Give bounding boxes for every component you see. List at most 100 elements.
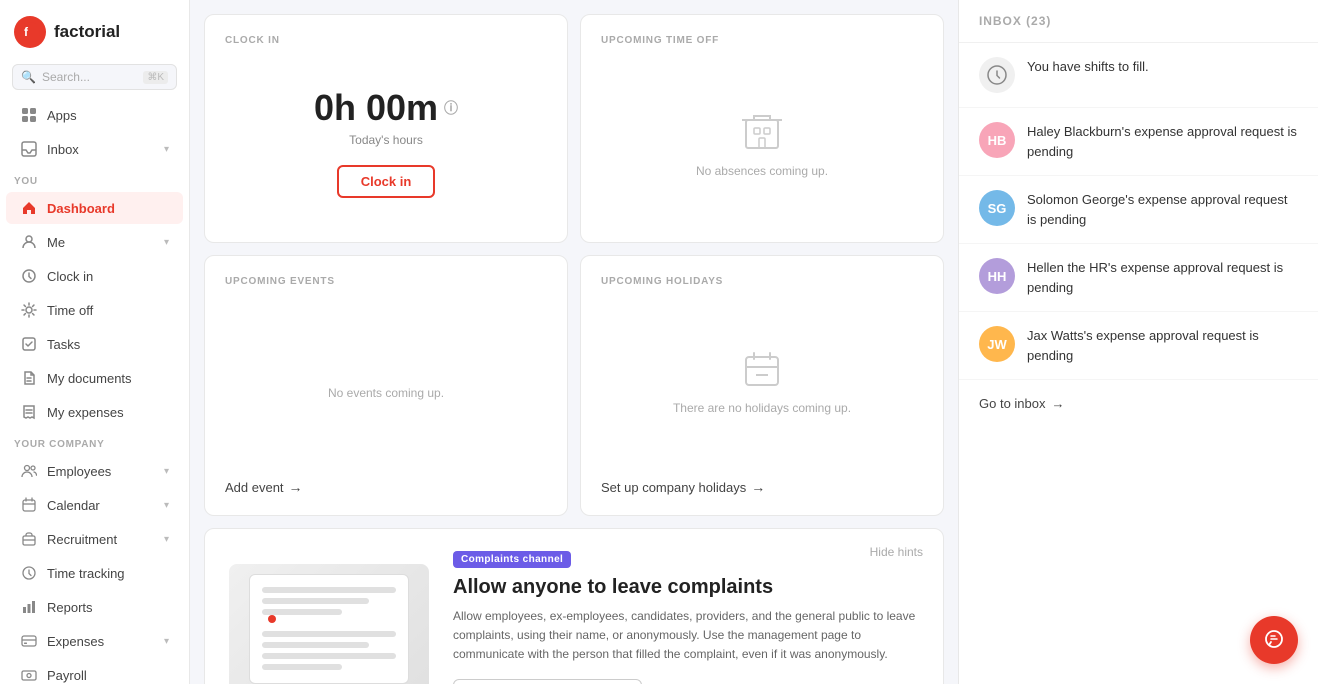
sidebar-item-my-documents-label: My documents — [47, 371, 132, 386]
sidebar-item-calendar[interactable]: Calendar ▾ — [6, 489, 183, 521]
sidebar-item-recruitment-label: Recruitment — [47, 532, 117, 547]
inbox-text-shifts: You have shifts to fill. — [1027, 57, 1149, 77]
clock-time-display: 0h 00m ⓘ — [314, 87, 458, 129]
sidebar-item-my-expenses-label: My expenses — [47, 405, 124, 420]
inbox-item-hellen[interactable]: HH Hellen the HR's expense approval requ… — [959, 244, 1318, 312]
sidebar-item-inbox-label: Inbox — [47, 142, 79, 157]
upcoming-events-header: UPCOMING EVENTS — [225, 276, 547, 287]
clock-in-content: 0h 00m ⓘ Today's hours Clock in — [225, 62, 547, 222]
section-label-company: Your Company — [0, 429, 189, 454]
sidebar-item-apps-label: Apps — [47, 108, 77, 123]
doc-line-4 — [262, 631, 396, 637]
sidebar-item-payroll[interactable]: Payroll — [6, 659, 183, 684]
main-content: CLOCK IN 0h 00m ⓘ Today's hours Clock in… — [190, 0, 958, 684]
inbox-avatar-haley: HB — [979, 122, 1015, 158]
money-icon — [20, 666, 38, 684]
calendar-empty-icon — [742, 351, 782, 391]
sidebar-item-dashboard[interactable]: Dashboard — [6, 192, 183, 224]
chevron-recruitment-icon: ▾ — [164, 534, 169, 545]
inbox-avatar-hellen: HH — [979, 258, 1015, 294]
upcoming-holidays-header: UPCOMING HOLIDAYS — [601, 276, 923, 287]
chat-icon — [1263, 629, 1285, 651]
inbox-panel: INBOX (23) You have shifts to fill. HB H… — [958, 0, 1318, 684]
receipt-icon — [20, 403, 38, 421]
setup-holidays-label: Set up company holidays — [601, 480, 746, 495]
sidebar-item-time-tracking-label: Time tracking — [47, 566, 125, 581]
calendar-icon — [20, 496, 38, 514]
inbox-item-solomon[interactable]: SG Solomon George's expense approval req… — [959, 176, 1318, 244]
info-icon: ⓘ — [444, 98, 458, 118]
doc-line-6 — [262, 653, 396, 659]
sidebar-item-tasks[interactable]: Tasks — [6, 328, 183, 360]
sidebar-item-time-tracking[interactable]: Time tracking — [6, 557, 183, 589]
sidebar-item-tasks-label: Tasks — [47, 337, 80, 352]
time-off-empty-text: No absences coming up. — [696, 164, 828, 178]
person-icon — [20, 233, 38, 251]
check-icon — [20, 335, 38, 353]
sidebar-item-time-off-label: Time off — [47, 303, 93, 318]
inbox-avatar-jax: JW — [979, 326, 1015, 362]
sidebar-item-inbox[interactable]: Inbox ▾ — [6, 133, 183, 165]
sidebar-item-reports-label: Reports — [47, 600, 93, 615]
time-off-empty: No absences coming up. — [601, 62, 923, 222]
arrow-right-icon-2: → — [751, 479, 765, 495]
doc-line-5 — [262, 642, 369, 648]
sidebar-item-reports[interactable]: Reports — [6, 591, 183, 623]
clock-in-header: CLOCK IN — [225, 35, 547, 46]
credit-card-icon — [20, 632, 38, 650]
doc-dot — [268, 615, 276, 623]
inbox-text-jax: Jax Watts's expense approval request is … — [1027, 326, 1298, 365]
grid-icon — [20, 106, 38, 124]
briefcase-icon — [20, 530, 38, 548]
events-empty: No events coming up. — [225, 303, 547, 463]
hints-title: Allow anyone to leave complaints — [453, 576, 919, 599]
sidebar-item-my-documents[interactable]: My documents — [6, 362, 183, 394]
sun-icon — [20, 301, 38, 319]
top-cards-row: CLOCK IN 0h 00m ⓘ Today's hours Clock in… — [204, 14, 944, 243]
sidebar-item-me[interactable]: Me ▾ — [6, 226, 183, 258]
inbox-footer-link[interactable]: Go to inbox → — [959, 380, 1318, 427]
sidebar-item-calendar-label: Calendar — [47, 498, 100, 513]
search-bar[interactable]: 🔍 Search... ⌘K — [12, 64, 177, 90]
inbox-item-jax[interactable]: JW Jax Watts's expense approval request … — [959, 312, 1318, 380]
sidebar-item-time-off[interactable]: Time off — [6, 294, 183, 326]
inbox-avatar-solomon: SG — [979, 190, 1015, 226]
chevron-calendar-icon: ▾ — [164, 500, 169, 511]
inbox-header: INBOX (23) — [959, 0, 1318, 43]
sidebar-item-me-label: Me — [47, 235, 65, 250]
discover-complaints-button[interactable]: Discover Complaints channel — [453, 679, 642, 684]
clock-time-value: 0h 00m — [314, 87, 438, 129]
clock-in-button[interactable]: Clock in — [337, 165, 436, 198]
sidebar-item-clock-in-label: Clock in — [47, 269, 93, 284]
inbox-item-shifts[interactable]: You have shifts to fill. — [959, 43, 1318, 108]
building-icon — [738, 106, 786, 154]
inbox-icon — [20, 140, 38, 158]
inbox-item-haley[interactable]: HB Haley Blackburn's expense approval re… — [959, 108, 1318, 176]
inbox-text-hellen: Hellen the HR's expense approval request… — [1027, 258, 1298, 297]
clock-in-card: CLOCK IN 0h 00m ⓘ Today's hours Clock in — [204, 14, 568, 243]
sidebar-item-employees[interactable]: Employees ▾ — [6, 455, 183, 487]
doc-line-7 — [262, 664, 342, 670]
upcoming-events-card: UPCOMING EVENTS No events coming up. Add… — [204, 255, 568, 516]
chevron-icon: ▾ — [164, 144, 169, 155]
sidebar-item-my-expenses[interactable]: My expenses — [6, 396, 183, 428]
fab-button[interactable] — [1250, 616, 1298, 664]
sidebar-item-clock-in[interactable]: Clock in — [6, 260, 183, 292]
section-label-you: You — [0, 166, 189, 191]
sidebar-item-expenses[interactable]: Expenses ▾ — [6, 625, 183, 657]
sidebar-item-recruitment[interactable]: Recruitment ▾ — [6, 523, 183, 555]
hide-hints-button[interactable]: Hide hints — [870, 545, 923, 559]
add-event-link[interactable]: Add event → — [225, 479, 547, 495]
sidebar-item-apps[interactable]: Apps — [6, 99, 183, 131]
search-shortcut: ⌘K — [143, 71, 168, 84]
inbox-text-haley: Haley Blackburn's expense approval reque… — [1027, 122, 1298, 161]
home-icon — [20, 199, 38, 217]
inbox-text-solomon: Solomon George's expense approval reques… — [1027, 190, 1298, 229]
setup-holidays-link[interactable]: Set up company holidays → — [601, 479, 923, 495]
file-icon — [20, 369, 38, 387]
hints-content: Complaints channel Allow anyone to leave… — [453, 549, 919, 684]
chevron-me-icon: ▾ — [164, 237, 169, 248]
sidebar-item-expenses-label: Expenses — [47, 634, 104, 649]
logo-text: factorial — [54, 22, 120, 42]
search-placeholder: Search... — [42, 70, 137, 84]
